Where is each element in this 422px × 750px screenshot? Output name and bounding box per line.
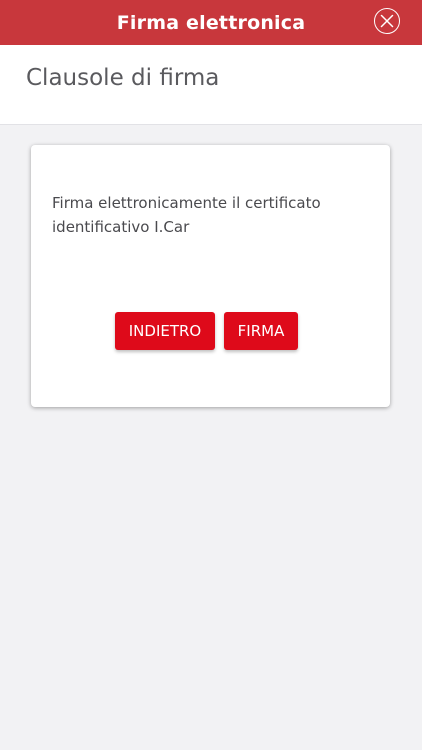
page-title: Clausole di firma	[26, 65, 220, 91]
close-icon	[380, 14, 394, 28]
signature-clause-card: Firma elettronicamente il certificato id…	[31, 145, 390, 407]
close-button[interactable]	[374, 8, 400, 34]
sign-button[interactable]: FIRMA	[224, 312, 298, 350]
app-title: Firma elettronica	[116, 11, 306, 34]
app-bar: Firma elettronica	[0, 0, 422, 45]
page-header: Clausole di firma	[0, 45, 422, 125]
clause-message: Firma elettronicamente il certificato id…	[52, 194, 321, 236]
back-button[interactable]: INDIETRO	[115, 312, 215, 350]
